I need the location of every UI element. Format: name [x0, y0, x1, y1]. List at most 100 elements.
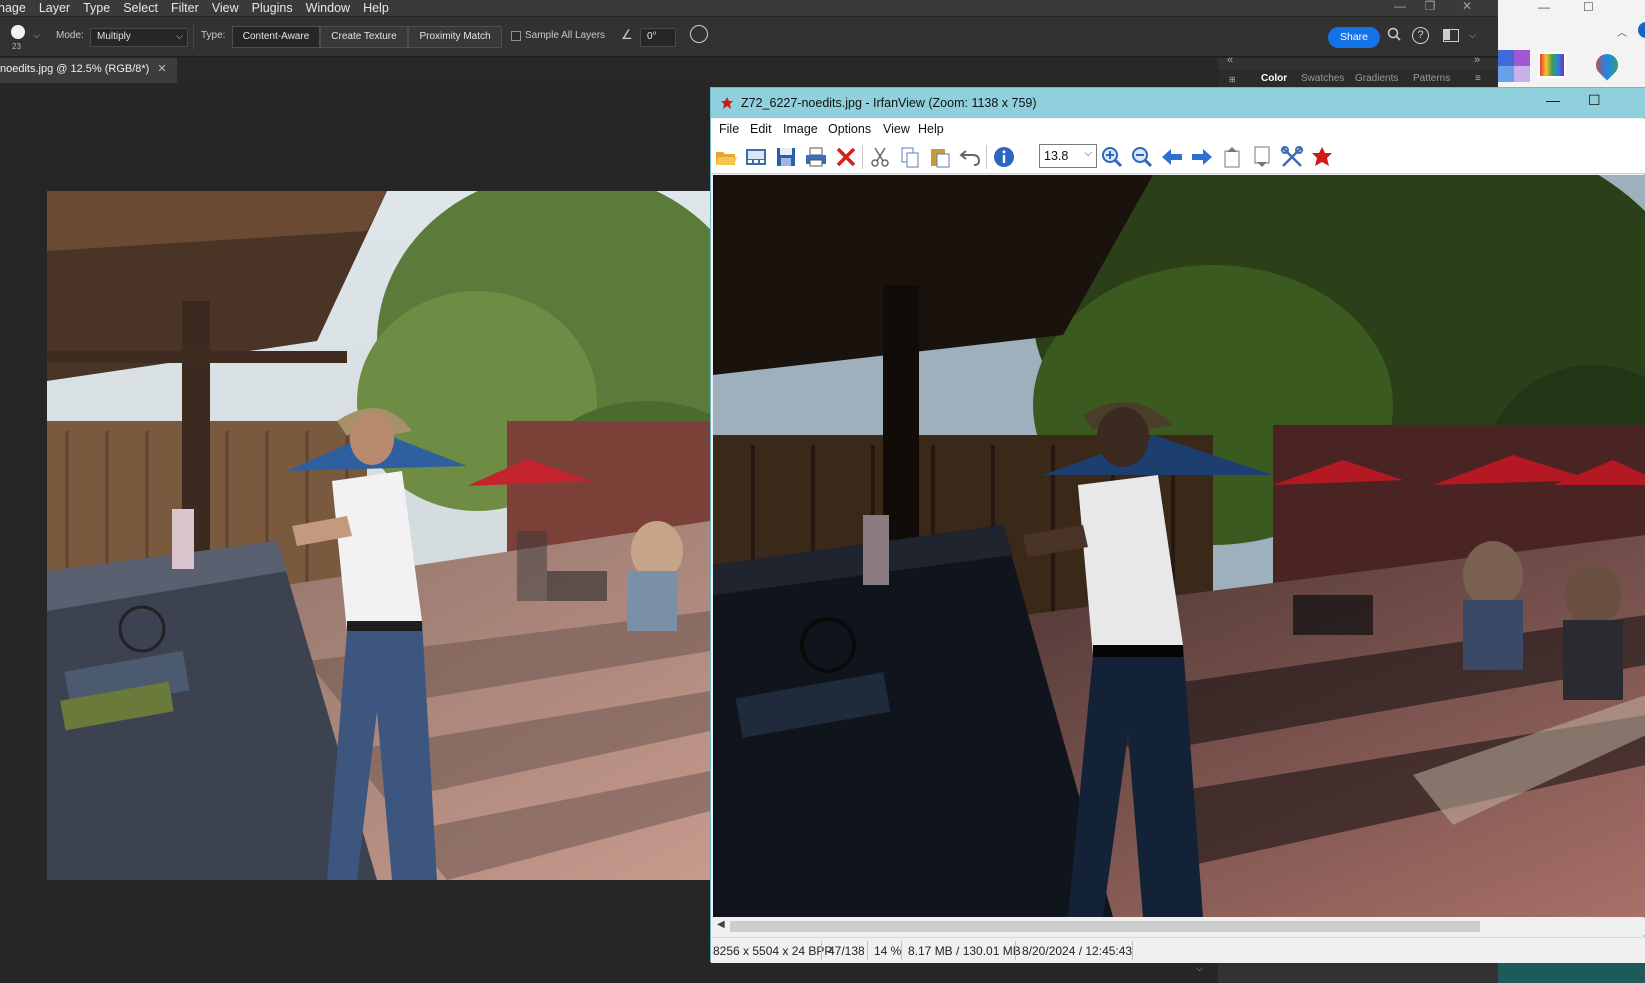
menu-file[interactable]: File — [719, 122, 739, 136]
proximity-match-button[interactable]: Proximity Match — [408, 26, 502, 48]
chevron-down-icon[interactable]: ⌵ — [33, 30, 40, 41]
maximize-icon[interactable]: ☐ — [1588, 92, 1601, 109]
irfanview-toolbar: 13.8 ⌵ — [711, 139, 1645, 174]
collapse-left-icon[interactable]: « — [1227, 54, 1233, 66]
panel-menu-icon[interactable]: ≡ — [1475, 73, 1481, 84]
menu-view[interactable]: View — [883, 122, 910, 136]
menu-filter[interactable]: Filter — [171, 0, 199, 16]
zoom-out-icon[interactable] — [1130, 145, 1154, 169]
status-zoom: 14 % — [874, 944, 902, 958]
settings-icon[interactable] — [1280, 145, 1304, 169]
menu-image[interactable]: nage — [0, 0, 26, 16]
search-icon[interactable] — [1387, 27, 1401, 44]
divider — [193, 24, 194, 50]
menu-options[interactable]: Options — [828, 122, 871, 136]
copy-icon[interactable] — [898, 145, 922, 169]
save-icon[interactable] — [774, 145, 798, 169]
status-separator — [867, 941, 868, 960]
cut-icon[interactable] — [868, 145, 892, 169]
ps-close-icon[interactable]: ✕ — [1452, 0, 1482, 14]
minimize-icon[interactable]: — — [1546, 92, 1560, 108]
color-picker-icon[interactable] — [1538, 52, 1566, 78]
previous-icon[interactable] — [1160, 145, 1184, 169]
menu-edit[interactable]: Edit — [750, 122, 772, 136]
menu-plugins[interactable]: Plugins — [252, 0, 293, 16]
chevron-down-icon[interactable]: ⌵ — [1196, 963, 1203, 974]
create-texture-button[interactable]: Create Texture — [320, 26, 408, 48]
pressure-size-icon[interactable] — [690, 25, 708, 43]
help-icon[interactable]: ? — [1412, 27, 1429, 44]
mode-select[interactable]: Multiply ⌵ — [90, 28, 188, 47]
content-aware-button[interactable]: Content-Aware — [232, 26, 320, 48]
taskbar-strip — [1498, 960, 1645, 983]
zoom-in-icon[interactable] — [1100, 145, 1124, 169]
sample-all-layers-label: Sample All Layers — [525, 30, 606, 41]
chevron-down-icon[interactable]: ⌵ — [1469, 30, 1476, 41]
menu-layer[interactable]: Layer — [39, 0, 70, 16]
menu-image[interactable]: Image — [783, 122, 818, 136]
menu-window[interactable]: Window — [306, 0, 350, 16]
options-bar: 23 ⌵ Mode: Multiply ⌵ Type: Content-Awar… — [0, 17, 1498, 57]
document-tab[interactable]: noedits.jpg @ 12.5% (RGB/8*) ✕ — [0, 58, 177, 83]
tab-patterns[interactable]: Patterns — [1413, 73, 1450, 84]
irfanview-statusbar: 8256 x 5504 x 24 BPP 47/138 14 % 8.17 MB… — [711, 937, 1645, 963]
window-title: Z72_6227-noedits.jpg - IrfanView (Zoom: … — [741, 96, 1037, 110]
minimize-icon[interactable]: — — [1538, 0, 1550, 14]
share-button[interactable]: Share — [1328, 27, 1380, 48]
angle-input[interactable]: 0° — [640, 28, 676, 47]
status-datetime: 8/20/2024 / 12:45:43 — [1022, 944, 1133, 958]
irfanview-about-icon[interactable] — [1310, 145, 1334, 169]
swatch-light-blue[interactable] — [1498, 66, 1514, 82]
scrollbar-thumb[interactable] — [730, 921, 1480, 932]
first-page-icon[interactable] — [1220, 145, 1244, 169]
chevron-down-icon: ⌵ — [176, 31, 183, 41]
swatch-purple[interactable] — [1514, 50, 1530, 66]
horizontal-scrollbar[interactable]: ◀ — [713, 918, 1645, 935]
swatch-blue[interactable] — [1498, 50, 1514, 66]
irfanview-window: Z72_6227-noedits.jpg - IrfanView (Zoom: … — [710, 87, 1645, 963]
irfanview-menubar: File Edit Image Options View Help — [711, 119, 1645, 139]
chevron-up-icon[interactable]: ︿ — [1617, 24, 1627, 39]
open-folder-icon[interactable] — [714, 145, 738, 169]
thumbnails-icon[interactable] — [744, 145, 768, 169]
ps-minimize-icon[interactable]: — — [1385, 0, 1415, 14]
next-icon[interactable] — [1190, 145, 1214, 169]
last-page-icon[interactable] — [1250, 145, 1274, 169]
menu-select[interactable]: Select — [123, 0, 158, 16]
type-label: Type: — [201, 30, 226, 41]
brush-size: 23 — [12, 42, 21, 51]
irfanview-titlebar[interactable]: Z72_6227-noedits.jpg - IrfanView (Zoom: … — [711, 88, 1645, 118]
sample-all-layers-checkbox[interactable] — [511, 31, 521, 41]
menu-type[interactable]: Type — [83, 0, 110, 16]
tab-swatches[interactable]: Swatches — [1301, 73, 1344, 84]
status-separator — [1132, 941, 1133, 960]
irfanview-logo-icon — [721, 97, 733, 109]
panel-icon[interactable]: ⊞ — [1218, 70, 1253, 88]
paste-icon[interactable] — [928, 145, 952, 169]
workspace-icon[interactable] — [1443, 29, 1459, 42]
status-separator — [1015, 941, 1016, 960]
image-view[interactable] — [713, 175, 1645, 917]
close-icon[interactable]: ✕ — [157, 63, 166, 75]
zoom-combobox[interactable]: 13.8 ⌵ — [1039, 144, 1097, 168]
undo-icon[interactable] — [958, 145, 982, 169]
ps-restore-icon[interactable]: ❐ — [1415, 0, 1445, 14]
menu-help[interactable]: Help — [918, 122, 944, 136]
print-icon[interactable] — [804, 145, 828, 169]
collapse-right-icon[interactable]: » — [1474, 54, 1480, 66]
delete-icon[interactable] — [834, 145, 858, 169]
menu-view[interactable]: View — [212, 0, 239, 16]
tab-gradients[interactable]: Gradients — [1355, 73, 1398, 84]
chevron-down-icon[interactable]: ⌵ — [1084, 148, 1092, 159]
restore-icon[interactable]: ☐ — [1583, 0, 1594, 14]
menu-help[interactable]: Help — [363, 0, 389, 16]
brush-preset-icon[interactable] — [11, 25, 25, 39]
swatch-lavender[interactable] — [1514, 66, 1530, 82]
tab-color[interactable]: Color — [1261, 73, 1287, 84]
scroll-left-icon[interactable]: ◀ — [717, 919, 725, 930]
info-icon[interactable] — [992, 145, 1016, 169]
photoshop-menubar: nage Layer Type Select Filter View Plugi… — [0, 0, 1498, 16]
document-tabbar — [0, 58, 1218, 83]
toolbar-separator — [862, 145, 863, 169]
document-canvas[interactable] — [47, 191, 710, 880]
